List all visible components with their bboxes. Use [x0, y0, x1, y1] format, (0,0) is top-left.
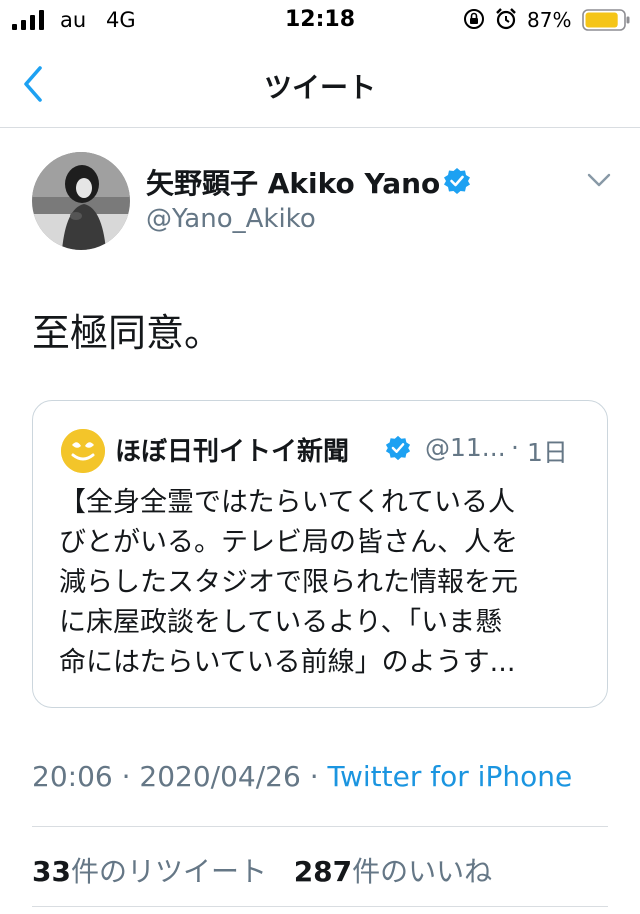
likes-label: 件のいいね [352, 855, 493, 888]
author-handle[interactable]: @Yano_Akiko [146, 204, 316, 234]
page-title: ツイート [263, 71, 376, 104]
quoted-tweet-text: 【全身全霊ではたらいてくれている人 びとがいる。テレビ局の皆さん、人を 減らした… [59, 483, 593, 683]
tweet-time: 20:06 [32, 760, 113, 793]
tweet-text: 至極同意。 [32, 311, 223, 355]
quoted-text-line: 【全身全霊ではたらいてくれている人 [59, 487, 516, 518]
tweet-date: 2020/04/26 [139, 760, 301, 793]
tweet-stats: 33件のリツイート 287件のいいね [32, 850, 492, 890]
quoted-author-handle: @11... [425, 433, 506, 462]
likes-stat[interactable]: 287件のいいね [294, 855, 492, 888]
retweets-stat[interactable]: 33件のリツイート [32, 855, 267, 888]
divider [32, 906, 608, 907]
quoted-text-line: 減らしたスタジオで限られた情報を元 [59, 567, 518, 598]
tweet-meta: 20:06 · 2020/04/26 · Twitter for iPhone [32, 760, 572, 793]
quoted-avatar [61, 429, 105, 473]
quoted-author-name: ほぼ日刊イトイ新聞 [115, 437, 350, 467]
avatar[interactable] [32, 152, 130, 250]
alarm-icon [496, 8, 516, 30]
navigation-bar: ツイート [0, 40, 640, 128]
likes-count: 287 [293, 855, 353, 888]
author-name[interactable]: 矢野顕子 Akiko Yano [146, 162, 440, 202]
retweets-label: 件のリツイート [70, 855, 267, 888]
quoted-text-line: びとがいる。テレビ局の皆さん、人を [59, 527, 518, 558]
retweets-count: 33 [32, 855, 71, 888]
battery-icon [582, 9, 630, 31]
divider [32, 826, 608, 827]
quoted-tweet-card[interactable]: ほぼ日刊イトイ新聞 @11... · 1日 【全身全霊ではたらいてくれている人 … [32, 400, 608, 708]
quoted-separator: · [511, 433, 519, 462]
quoted-text-line: に床屋政談をしているより、「いま懸 [59, 607, 503, 638]
tweet-source-link[interactable]: Twitter for iPhone [328, 760, 573, 793]
verified-badge-icon [385, 435, 411, 461]
meta-separator: · [309, 760, 319, 793]
quoted-time: 1日 [527, 438, 568, 467]
rotation-lock-icon [464, 9, 484, 29]
status-bar: au 4G 12:18 87% [0, 0, 640, 40]
verified-badge-icon [444, 168, 470, 194]
chevron-down-icon[interactable] [586, 170, 612, 190]
quoted-text-line: 命にはたらいている前線」のようす... [59, 647, 516, 678]
battery-percent: 87% [527, 8, 572, 32]
meta-separator: · [121, 760, 131, 793]
